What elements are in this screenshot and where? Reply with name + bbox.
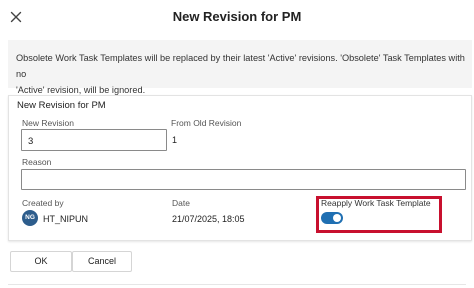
date-label: Date (172, 198, 190, 208)
avatar: NG (22, 210, 38, 226)
footer-divider (8, 284, 466, 285)
cancel-button[interactable]: Cancel (72, 251, 132, 272)
from-old-revision-label: From Old Revision (171, 118, 242, 128)
from-old-revision-value: 1 (172, 135, 178, 145)
ok-button[interactable]: OK (10, 251, 72, 272)
created-by-label: Created by (22, 198, 64, 208)
new-revision-label: New Revision (22, 118, 74, 128)
new-revision-value: 3 (28, 136, 34, 147)
panel-title: New Revision for PM (17, 100, 106, 111)
date-value: 21/07/2025, 18:05 (172, 214, 245, 224)
dialog-title: New Revision for PM (172, 9, 302, 24)
reason-input[interactable] (21, 169, 466, 190)
highlight-box (316, 196, 442, 233)
info-message-text: Obsolete Work Task Templates will be rep… (16, 50, 466, 98)
dialog-header: New Revision for PM (0, 0, 474, 34)
info-message: Obsolete Work Task Templates will be rep… (8, 40, 472, 95)
info-line-1: Obsolete Work Task Templates will be rep… (16, 53, 465, 79)
reason-label: Reason (22, 157, 52, 167)
created-by-name: HT_NIPUN (43, 214, 89, 224)
new-revision-input[interactable]: 3 (21, 129, 167, 151)
